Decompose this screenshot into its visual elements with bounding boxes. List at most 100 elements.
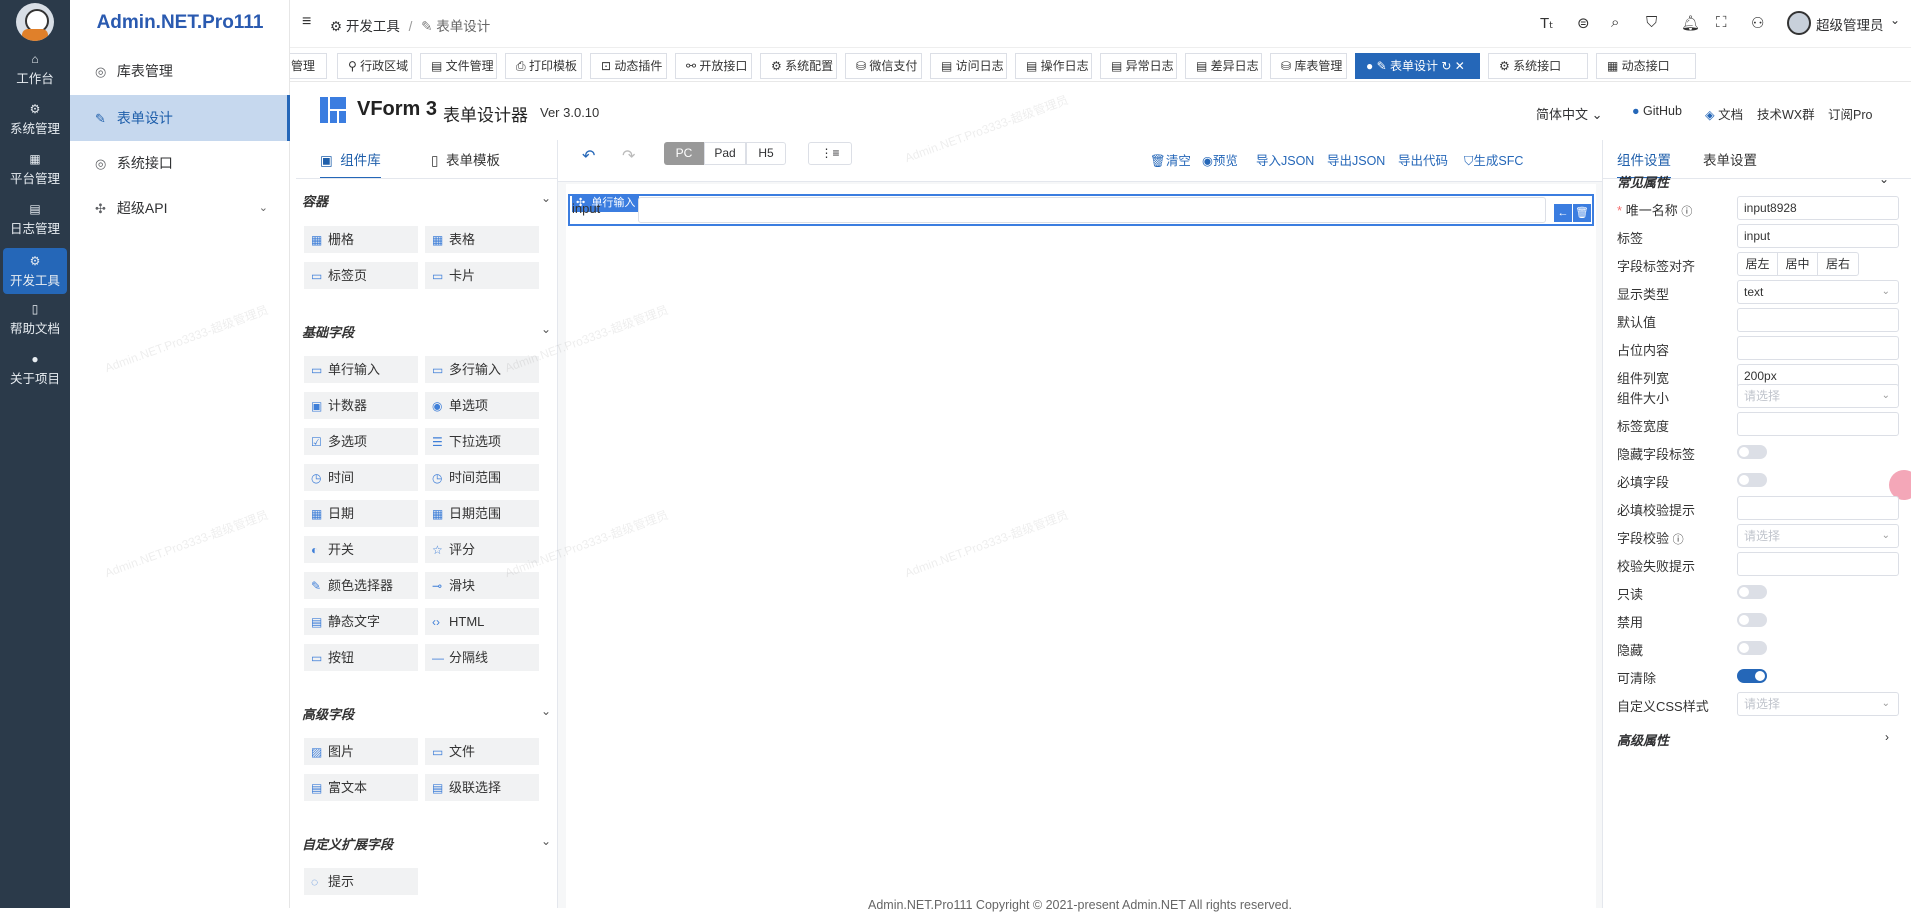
tag-item[interactable]: ▤ 访问日志	[930, 53, 1007, 79]
rail-item-about[interactable]: ● 关于项目	[0, 346, 70, 392]
widget-table[interactable]: ▦ 表格	[425, 226, 539, 253]
rail-item-help[interactable]: ▯ 帮助文档	[0, 296, 70, 342]
preview-button[interactable]: ◉预览	[1202, 150, 1238, 169]
widget-cascader[interactable]: ▤ 级联选择	[425, 774, 539, 801]
prop-required-hint-input[interactable]	[1737, 496, 1899, 520]
align-left-option[interactable]: 居左	[1738, 253, 1778, 275]
select-parent-icon[interactable]: ←	[1554, 204, 1572, 222]
tab-form-templates[interactable]: ▯ 表单模板	[431, 149, 500, 169]
export-code-button[interactable]: 导出代码	[1398, 150, 1448, 169]
prop-validation-select[interactable]: 请选择 ⌄	[1737, 524, 1899, 548]
field-input[interactable]	[638, 197, 1546, 223]
widget-static-text[interactable]: ▤ 静态文字	[304, 608, 418, 635]
widget-textarea[interactable]: ▭ 多行输入	[425, 356, 539, 383]
tag-item[interactable]: ⚯ 开放接口	[675, 53, 752, 79]
docs-link[interactable]: ◈ 文档	[1705, 104, 1743, 123]
prop-display-type-select[interactable]: text ⌄	[1737, 280, 1899, 304]
menu-toggle-icon[interactable]: ≡	[302, 13, 311, 31]
tag-item[interactable]: ⚙ 系统配置	[760, 53, 837, 79]
align-right-option[interactable]: 居右	[1818, 253, 1858, 275]
redo-icon[interactable]: ↷	[622, 146, 635, 166]
tree-view-icon[interactable]: ⋮≡	[808, 142, 852, 165]
tag-item[interactable]: ⛁ 微信支付	[845, 53, 922, 79]
bell-icon[interactable]: 🔔︎	[1681, 14, 1700, 32]
chevron-down-icon[interactable]: ⌄	[541, 191, 551, 205]
submenu-item-superapi[interactable]: ✣ 超级API ⌄	[70, 185, 290, 231]
widget-rate[interactable]: ☆ 评分	[425, 536, 539, 563]
avatar[interactable]	[1787, 11, 1811, 35]
widget-html[interactable]: ‹› HTML	[425, 608, 539, 635]
wx-group-link[interactable]: 技术WX群	[1757, 104, 1815, 123]
rail-item-platform[interactable]: ▦ 平台管理	[0, 146, 70, 192]
chevron-down-icon[interactable]: ⌄	[541, 834, 551, 848]
search-icon[interactable]: ⌕	[1611, 14, 1619, 31]
tag-item[interactable]: ⛁ 库表管理	[1270, 53, 1347, 79]
chevron-down-icon[interactable]: ⌄	[541, 704, 551, 718]
user-name[interactable]: 超级管理员	[1816, 14, 1884, 34]
widget-number[interactable]: ▣ 计数器	[304, 392, 418, 419]
tag-item-active[interactable]: ● ✎ 表单设计 ↻ ✕	[1355, 53, 1480, 79]
disabled-switch[interactable]	[1737, 613, 1767, 627]
rail-item-system[interactable]: ⚙ 系统管理	[0, 96, 70, 142]
device-h5-button[interactable]: H5	[746, 142, 786, 165]
prop-label-width-input[interactable]	[1737, 412, 1899, 436]
tag-item[interactable]: ▤ 操作日志	[1015, 53, 1092, 79]
generate-sfc-button[interactable]: ⛉生成SFC	[1464, 150, 1523, 169]
prop-size-select[interactable]: 请选择 ⌄	[1737, 384, 1899, 408]
widget-select[interactable]: ☰ 下拉选项	[425, 428, 539, 455]
tab-form-settings[interactable]: 表单设置	[1703, 149, 1757, 169]
clear-button[interactable]: 🗑︎清空	[1150, 150, 1191, 169]
language-icon[interactable]: ⊜	[1577, 14, 1590, 32]
widget-time-range[interactable]: ◷ 时间范围	[425, 464, 539, 491]
prop-validation-fail-input[interactable]	[1737, 552, 1899, 576]
widget-button[interactable]: ▭ 按钮	[304, 644, 418, 671]
export-json-button[interactable]: 导出JSON	[1327, 150, 1385, 169]
chevron-right-icon[interactable]: ›	[1885, 730, 1889, 744]
chevron-down-icon[interactable]: ⌄	[1890, 13, 1900, 27]
tag-item[interactable]: ▦ 动态接口	[1596, 53, 1696, 79]
tag-item[interactable]: ▤ 差异日志	[1185, 53, 1262, 79]
tag-item[interactable]: ▤ 异常日志	[1100, 53, 1177, 79]
widget-grid[interactable]: ▦ 栅格	[304, 226, 418, 253]
widget-date[interactable]: ▦ 日期	[304, 500, 418, 527]
language-select[interactable]: 简体中文 ⌄	[1536, 104, 1603, 123]
hidden-switch[interactable]	[1737, 641, 1767, 655]
widget-picture[interactable]: ▨ 图片	[304, 738, 418, 765]
widget-input[interactable]: ▭ 单行输入	[304, 356, 418, 383]
breadcrumb-devtools[interactable]: 开发工具	[346, 19, 400, 34]
close-icon[interactable]: ✕	[1455, 59, 1465, 73]
tag-item[interactable]: ⚲ 行政区域	[337, 53, 412, 79]
github-link[interactable]: ● GitHub	[1632, 104, 1682, 118]
tag-item[interactable]: ▤ 文件管理	[420, 53, 497, 79]
prop-placeholder-input[interactable]	[1737, 336, 1899, 360]
subscribe-pro-link[interactable]: 订阅Pro	[1828, 104, 1872, 123]
widget-card[interactable]: ▭ 卡片	[425, 262, 539, 289]
widget-slider[interactable]: ⊸ 滑块	[425, 572, 539, 599]
font-size-icon[interactable]: Tₜ	[1540, 14, 1554, 32]
prop-custom-css-select[interactable]: 请选择 ⌄	[1737, 692, 1899, 716]
undo-icon[interactable]: ↶	[582, 146, 595, 166]
device-pc-button[interactable]: PC	[664, 142, 704, 165]
hide-label-switch[interactable]	[1737, 445, 1767, 459]
widget-color-picker[interactable]: ✎ 颜色选择器	[304, 572, 418, 599]
theme-icon[interactable]: ⛉	[1646, 14, 1657, 31]
chevron-down-icon[interactable]: ⌄	[1879, 172, 1889, 186]
prop-unique-name-input[interactable]: input8928	[1737, 196, 1899, 220]
clearable-switch[interactable]	[1737, 669, 1767, 683]
chevron-down-icon[interactable]: ⌄	[541, 322, 551, 336]
selected-form-item[interactable]: ✣ 单行输入 input ← 🗑︎	[568, 194, 1594, 226]
prop-label-input[interactable]: input	[1737, 224, 1899, 248]
align-center-option[interactable]: 居中	[1778, 253, 1818, 275]
required-switch[interactable]	[1737, 473, 1767, 487]
rail-item-workbench[interactable]: ⌂ 工作台	[0, 46, 70, 92]
user-icon[interactable]: ⚇	[1751, 14, 1764, 32]
fullscreen-icon[interactable]: ⛶	[1716, 14, 1727, 31]
tab-widget-library[interactable]: ▣ 组件库	[320, 149, 381, 179]
widget-time[interactable]: ◷ 时间	[304, 464, 418, 491]
widget-divider[interactable]: — 分隔线	[425, 644, 539, 671]
tag-item[interactable]: ⎙ 打印模板	[505, 53, 582, 79]
tag-item[interactable]: 管理	[290, 53, 327, 79]
widget-checkbox[interactable]: ☑ 多选项	[304, 428, 418, 455]
tag-item[interactable]: ⚙ 系统接口	[1488, 53, 1588, 79]
submenu-item-form[interactable]: ✎ 表单设计	[70, 95, 290, 141]
